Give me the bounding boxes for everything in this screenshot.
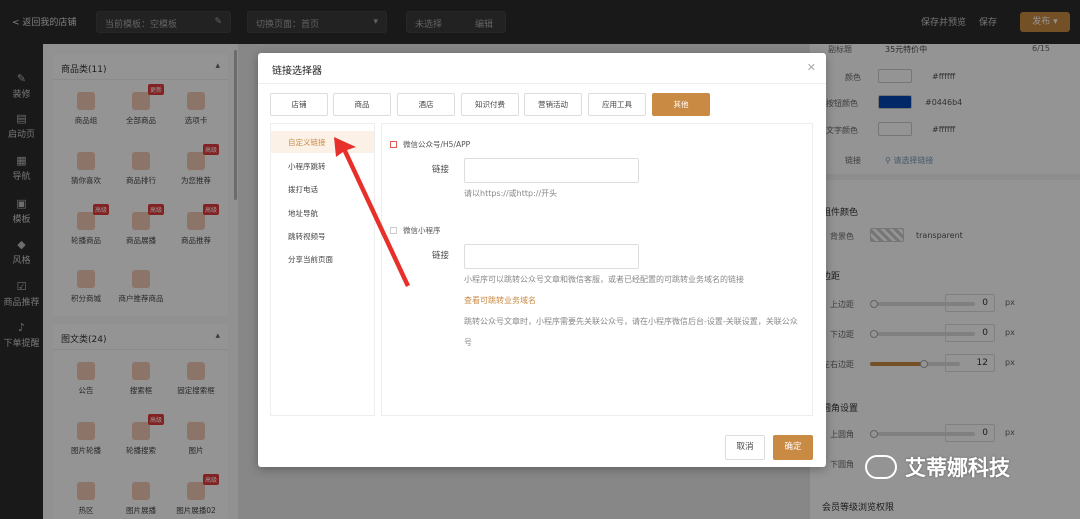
tab-store[interactable]: 店铺 — [270, 93, 328, 116]
tab-other[interactable]: 其他 — [652, 93, 710, 116]
annotation-arrow — [334, 137, 410, 287]
tab-hotel[interactable]: 酒店 — [397, 93, 455, 116]
watermark: 艾蒂娜科技 — [865, 452, 1010, 482]
tab-products[interactable]: 商品 — [333, 93, 391, 116]
tab-marketing[interactable]: 营销活动 — [524, 93, 582, 116]
cancel-button[interactable]: 取消 — [725, 435, 765, 460]
close-icon[interactable]: ✕ — [807, 61, 816, 74]
link-config-panel: 微信公众号/H5/APP 链接 请以https://或http://开头 微信小… — [381, 123, 813, 416]
arrow-shape — [334, 137, 410, 287]
modal-title: 链接选择器 — [272, 66, 322, 77]
h5-link-input[interactable] — [464, 158, 639, 183]
tab-app-tools[interactable]: 应用工具 — [588, 93, 646, 116]
view-domains-link[interactable]: 查看可跳转业务域名 — [464, 295, 536, 306]
wechat-logo-icon — [865, 455, 897, 479]
tab-paid-knowledge[interactable]: 知识付费 — [461, 93, 519, 116]
mini-program-link-input[interactable] — [464, 244, 639, 269]
confirm-button[interactable]: 确定 — [773, 435, 813, 460]
